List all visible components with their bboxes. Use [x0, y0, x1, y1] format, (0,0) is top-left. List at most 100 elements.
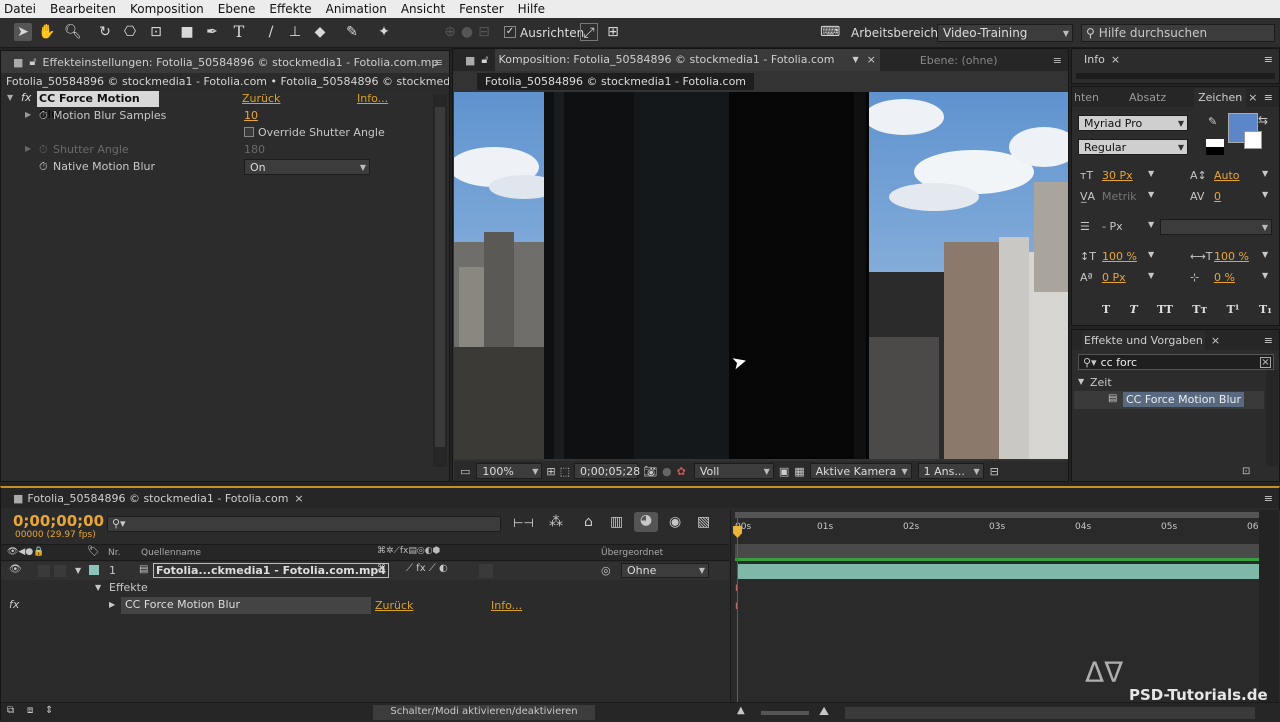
layer-tab[interactable]: Ebene: (ohne) [920, 54, 998, 67]
horizontal-scrollbar[interactable] [845, 707, 1255, 719]
baseline-shift-value[interactable]: 0 Px [1102, 271, 1126, 284]
lock-icon[interactable]: 🔓︎ [29, 55, 36, 69]
help-search-field[interactable]: ⚲ Hilfe durchsuchen [1081, 24, 1275, 42]
layer-duration-bar[interactable] [737, 564, 1261, 579]
title-safe-icon[interactable]: ⊞ [546, 465, 555, 478]
shy-switch-icon[interactable]: ⌘ [377, 564, 386, 574]
stroke-width-value[interactable]: - Px [1102, 220, 1123, 233]
horizontal-scale-value[interactable]: 100 % [1214, 250, 1249, 263]
snap-checkbox[interactable]: ✓ [504, 26, 516, 38]
stroke-color-swatch[interactable] [1244, 131, 1262, 149]
lock-icon[interactable]: 🔓︎ [481, 53, 488, 67]
chevron-down-icon[interactable]: ▼ [1148, 190, 1154, 199]
menu-ebene[interactable]: Ebene [218, 2, 256, 16]
layer-switches-icons[interactable]: ⟋ fx ⟋ ◐ [406, 563, 448, 574]
eyedropper-icon[interactable]: ✎ [1208, 115, 1217, 128]
timeline-effect-name[interactable]: CC Force Motion Blur [121, 597, 371, 614]
timeline-search-field[interactable]: ⚲▾ [107, 516, 501, 532]
menu-komposition[interactable]: Komposition [130, 2, 204, 16]
clear-search-icon[interactable]: × [1260, 356, 1271, 368]
tab-hten[interactable]: hten [1074, 91, 1099, 104]
timeline-reset-link[interactable]: Zurück [375, 599, 413, 612]
stroke-type-dropdown[interactable]: ▼ [1160, 219, 1272, 235]
font-size-value[interactable]: 30 Px [1102, 169, 1133, 182]
graph-editor-icon[interactable]: ◉ [669, 514, 681, 530]
layer-row[interactable]: 👁 ▼ 1 ▤ Fotolia...ckmedia1 - Fotolia.com… [1, 562, 729, 580]
tab-absatz[interactable]: Absatz [1129, 91, 1166, 104]
camera-dropdown[interactable]: Aktive Kamera ▼ [809, 463, 912, 479]
timeline-tab-title[interactable]: Fotolia_50584896 © stockmedia1 - Fotolia… [27, 492, 288, 505]
superscript-button[interactable]: T¹ [1227, 303, 1240, 316]
chevron-down-icon[interactable]: ▼ [1262, 271, 1268, 280]
menu-ansicht[interactable]: Ansicht [401, 2, 445, 16]
puppet-pin-tool-icon[interactable]: ✦ [375, 23, 393, 41]
lock-box[interactable] [54, 565, 66, 577]
transfer-controls-pane-icon[interactable]: ⧈ [27, 705, 33, 716]
zoom-in-icon[interactable]: ⛰ [819, 704, 829, 719]
fx-toggle-icon[interactable]: fx [9, 598, 19, 611]
expand-triangle-icon[interactable]: ▶ [109, 600, 115, 609]
workspace-dropdown[interactable]: Video-Training ▼ [937, 24, 1073, 42]
close-icon[interactable]: × [294, 492, 303, 505]
snapshot-icon[interactable]: 📷︎ [643, 465, 657, 478]
vertical-scale-value[interactable]: 100 % [1102, 250, 1137, 263]
panel-options-icon[interactable]: ≡ [1264, 492, 1273, 505]
region-of-interest-icon[interactable]: ▣ [779, 465, 789, 478]
camera-tool-icon[interactable]: ⎔ [121, 23, 139, 41]
tab-zeichen[interactable]: Zeichen [1194, 87, 1247, 107]
current-time-indicator[interactable] [737, 518, 738, 708]
composition-viewer[interactable] [454, 92, 1068, 459]
roto-brush-tool-icon[interactable]: ✎ [343, 23, 361, 41]
menu-hilfe[interactable]: Hilfe [518, 2, 545, 16]
layer-name[interactable]: Fotolia...ckmedia1 - Fotolia.com.mp4 [153, 563, 389, 578]
expand-triangle-icon[interactable]: ▼ [1078, 377, 1084, 386]
chevron-down-icon[interactable]: ▼ [1262, 190, 1268, 199]
faux-italic-button[interactable]: T [1130, 303, 1138, 316]
menu-fenster[interactable]: Fenster [459, 2, 504, 16]
black-swatch[interactable] [1206, 147, 1224, 155]
motion-blur-samples-value[interactable]: 10 [244, 109, 258, 122]
small-caps-button[interactable]: Tт [1192, 303, 1207, 316]
label-color-swatch[interactable] [89, 565, 99, 575]
eye-icon[interactable]: 👁 [9, 564, 22, 575]
stopwatch-icon[interactable]: ⏱ [39, 109, 48, 123]
new-folder-icon[interactable]: ⊡ [1242, 466, 1250, 477]
zoom-out-icon[interactable]: ▲ [737, 705, 745, 716]
stopwatch-icon[interactable]: ⏱ [39, 160, 48, 174]
timeline-info-link[interactable]: Info... [491, 599, 522, 612]
brush-tool-icon[interactable]: ∕ [262, 23, 280, 41]
clone-stamp-tool-icon[interactable]: ⊥ [286, 23, 304, 41]
white-swatch[interactable] [1206, 139, 1224, 147]
timeline-scrollbar[interactable] [1259, 510, 1279, 705]
snap-features-icon[interactable]: ⊞ [604, 23, 622, 41]
info-link[interactable]: Info... [357, 92, 388, 105]
chevron-down-icon[interactable]: ▼ [1262, 250, 1268, 259]
panel-options-icon[interactable]: ≡ [1264, 91, 1273, 104]
close-icon[interactable]: × [1111, 53, 1120, 66]
panel-options-icon[interactable]: ≡ [434, 56, 443, 69]
override-shutter-checkbox[interactable] [244, 127, 254, 137]
solo-box[interactable] [38, 565, 50, 577]
pen-tool-icon[interactable]: ✒ [203, 23, 221, 41]
selection-tool-icon[interactable]: ➤ [14, 23, 32, 41]
zoom-dropdown[interactable]: 100% ▼ [476, 463, 543, 479]
leading-value[interactable]: Auto [1214, 169, 1240, 182]
menu-animation[interactable]: Animation [326, 2, 387, 16]
expand-triangle-icon[interactable]: ▼ [7, 93, 13, 102]
chevron-down-icon[interactable]: ▼ [852, 49, 858, 71]
toggle-pixel-aspect-icon[interactable]: ⊟ [990, 465, 999, 478]
menu-bearbeiten[interactable]: Bearbeiten [50, 2, 116, 16]
parent-dropdown[interactable]: Ohne ▼ [621, 563, 709, 578]
transparency-grid-icon[interactable]: ▦ [794, 465, 804, 478]
composition-subtab[interactable]: Fotolia_50584896 © stockmedia1 - Fotolia… [477, 73, 755, 90]
effect-item-name[interactable]: CC Force Motion Blur [1123, 392, 1245, 407]
expand-triangle-icon[interactable]: ▼ [75, 566, 81, 575]
mask-visibility-icon[interactable]: ⬚ [560, 465, 570, 478]
expand-triangle-icon[interactable]: ▶ [25, 110, 31, 119]
effect-controls-tab[interactable]: ■ 🔓︎ Effekteinstellungen: Fotolia_505848… [1, 51, 449, 73]
scrollbar[interactable] [1266, 370, 1278, 466]
all-caps-button[interactable]: TT [1157, 303, 1173, 316]
faux-bold-button[interactable]: T [1102, 303, 1110, 316]
tsume-value[interactable]: 0 % [1214, 271, 1235, 284]
scrollbar[interactable] [433, 95, 447, 467]
